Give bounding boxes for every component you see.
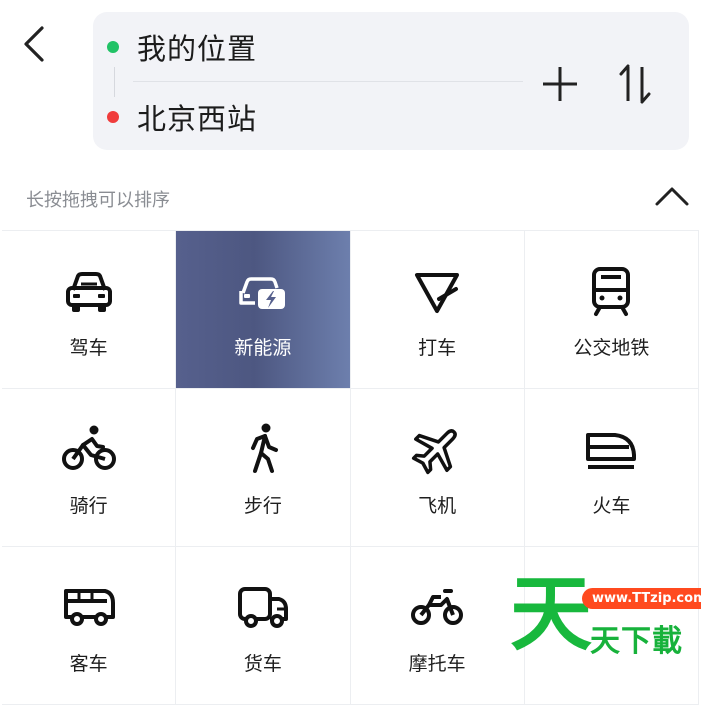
mode-drive[interactable]: 驾车 — [2, 231, 177, 389]
mode-flight[interactable]: 飞机 — [350, 389, 525, 547]
electric-car-icon — [239, 277, 285, 309]
swap-route-button[interactable] — [615, 62, 655, 106]
mode-walk[interactable]: 步行 — [176, 389, 351, 547]
mode-taxi[interactable]: 打车 — [350, 231, 525, 389]
bus-icon — [592, 267, 631, 316]
end-location-field[interactable]: 北京西站 — [107, 97, 257, 137]
start-location-text: 我的位置 — [137, 32, 258, 66]
mode-label: 公交地铁 — [573, 337, 650, 359]
mode-motorcycle[interactable]: 摩托车 — [350, 547, 525, 705]
chevron-left-icon — [24, 26, 44, 62]
mode-bike[interactable]: 骑行 — [2, 389, 177, 547]
start-dot — [107, 41, 119, 53]
mode-label: 新能源 — [234, 337, 292, 359]
mode-label: 客车 — [69, 653, 108, 675]
mode-label: 骑行 — [69, 495, 108, 517]
bicycle-icon — [61, 425, 116, 470]
plus-icon — [543, 67, 577, 101]
mode-transit[interactable]: 公交地铁 — [524, 231, 699, 389]
swap-icon — [619, 64, 651, 104]
coach-icon — [63, 589, 115, 626]
mode-coach[interactable]: 客车 — [2, 547, 177, 705]
collapse-button[interactable] — [652, 180, 692, 212]
taxi-icon — [415, 273, 460, 313]
motorcycle-icon — [411, 589, 464, 625]
watermark-url: www.TTzip.com — [582, 588, 701, 609]
mode-new-energy[interactable]: 新能源 — [176, 231, 351, 389]
mode-label: 步行 — [243, 495, 282, 517]
mode-label: 摩托车 — [408, 653, 466, 675]
back-button[interactable] — [14, 20, 54, 68]
end-dot — [107, 111, 119, 123]
sort-hint: 长按拖拽可以排序 — [26, 190, 170, 211]
route-connector — [114, 67, 115, 97]
mode-train[interactable]: 火车 — [524, 389, 699, 547]
chevron-up-icon — [655, 187, 689, 206]
route-card: 我的位置 北京西站 — [93, 12, 689, 150]
mode-label: 火车 — [592, 495, 631, 517]
mode-truck[interactable]: 货车 — [176, 547, 351, 705]
watermark-text: 天下載 — [590, 624, 683, 659]
train-icon — [586, 433, 637, 469]
truck-icon — [237, 587, 288, 628]
route-divider — [133, 81, 523, 82]
plane-icon — [412, 429, 457, 475]
end-location-text: 北京西站 — [137, 102, 258, 136]
mode-label: 货车 — [243, 653, 282, 675]
mode-label: 驾车 — [69, 337, 108, 359]
mode-label: 飞机 — [418, 495, 457, 517]
car-icon — [65, 272, 112, 312]
add-stop-button[interactable] — [540, 64, 580, 104]
walk-icon — [250, 423, 278, 473]
start-location-field[interactable]: 我的位置 — [107, 27, 257, 67]
watermark: 天 www.TTzip.com 天下載 — [510, 574, 701, 668]
watermark-big-char: 天 — [510, 567, 593, 662]
mode-label: 打车 — [418, 337, 457, 359]
